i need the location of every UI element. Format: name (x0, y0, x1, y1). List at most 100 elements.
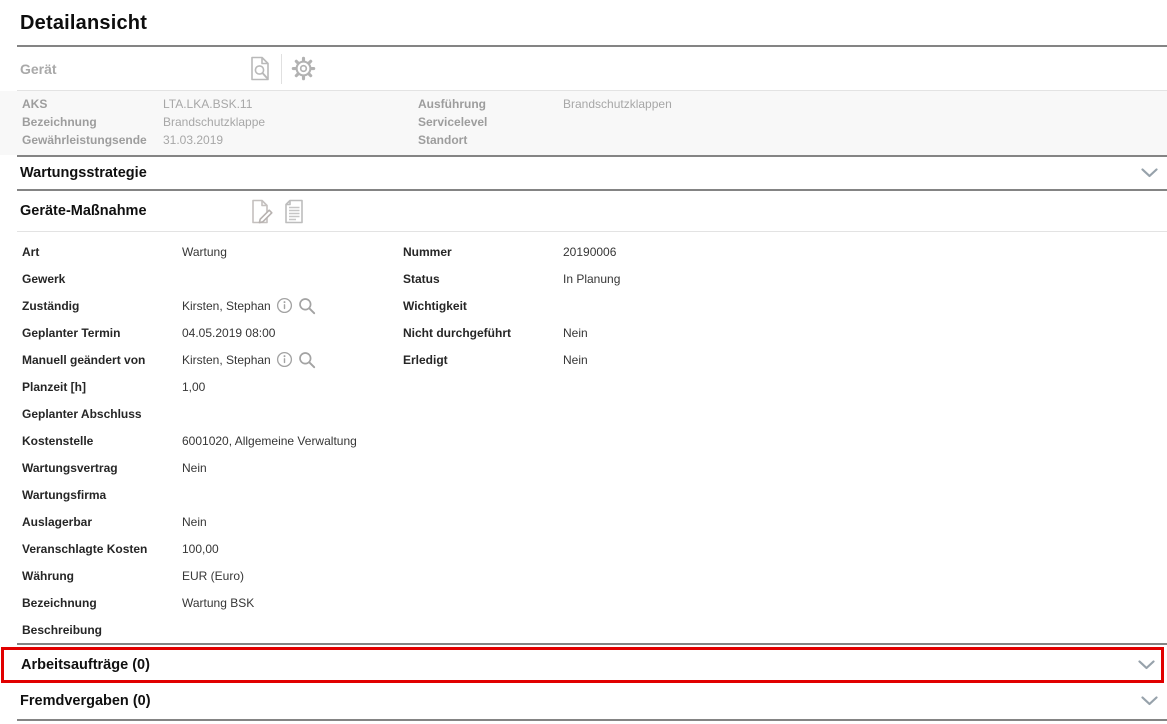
field-label (403, 427, 563, 454)
field-label: Wichtigkeit (403, 292, 563, 319)
detail-view: Detailansicht Gerät (0, 0, 1167, 724)
field-value: Wartung (182, 238, 403, 265)
massnahme-toolbar (248, 191, 306, 231)
field-label (403, 373, 563, 400)
field-value (563, 562, 1167, 589)
field-value (563, 292, 1167, 319)
toolbar-divider (281, 54, 282, 84)
field-label: Erledigt (403, 346, 563, 373)
field-value-text: Wartung BSK (182, 596, 254, 610)
field-value: 100,00 (182, 535, 403, 562)
field-value: 31.03.2019 (163, 131, 418, 149)
gerat-toolbar (248, 47, 316, 90)
divider (17, 719, 1167, 721)
field-value: 6001020, Allgemeine Verwaltung (182, 427, 403, 454)
gerat-section-title: Gerät (0, 61, 57, 77)
field-value (563, 113, 1167, 131)
field-value-text: LTA.LKA.BSK.11 (163, 97, 252, 111)
field-value: Nein (182, 508, 403, 535)
field-value (563, 481, 1167, 508)
field-label: Ausführung (418, 95, 563, 113)
field-label: Geplanter Abschluss (22, 400, 182, 427)
field-value-text: EUR (Euro) (182, 569, 244, 583)
section-arbeitsauftraege[interactable]: Arbeitsaufträge (0) (4, 650, 1161, 680)
field-label: Zuständig (22, 292, 182, 319)
chevron-down-icon[interactable] (1141, 168, 1158, 178)
field-value: Nein (182, 454, 403, 481)
field-label (403, 481, 563, 508)
field-value: Nein (563, 319, 1167, 346)
page-title: Detailansicht (0, 0, 1167, 45)
field-value (563, 616, 1167, 643)
field-value (563, 535, 1167, 562)
field-value (563, 508, 1167, 535)
field-label: Manuell geändert von (22, 346, 182, 373)
field-value: EUR (Euro) (182, 562, 403, 589)
section-fremdvergaben[interactable]: Fremdvergaben (0) (0, 683, 1167, 719)
field-label (403, 535, 563, 562)
field-label: Planzeit [h] (22, 373, 182, 400)
field-value-text: 31.03.2019 (163, 133, 223, 147)
section-title: Arbeitsaufträge (0) (21, 657, 150, 673)
field-label: Nummer (403, 238, 563, 265)
field-value: Wartung BSK (182, 589, 403, 616)
field-label (403, 616, 563, 643)
gerat-section-header: Gerät (0, 47, 1167, 90)
field-value: In Planung (563, 265, 1167, 292)
info-icon[interactable] (276, 351, 293, 368)
field-value (182, 400, 403, 427)
field-label (403, 562, 563, 589)
field-value: 04.05.2019 08:00 (182, 319, 403, 346)
field-value (182, 481, 403, 508)
field-label (403, 508, 563, 535)
field-label (403, 400, 563, 427)
section-title: Fremdvergaben (0) (20, 693, 151, 709)
chevron-down-icon[interactable] (1138, 660, 1155, 670)
field-value-text: 6001020, Allgemeine Verwaltung (182, 434, 357, 448)
field-value-text: 100,00 (182, 542, 219, 556)
field-value-text: Kirsten, Stephan (182, 299, 271, 313)
field-value-text: Nein (182, 515, 207, 529)
section-title: Wartungsstrategie (20, 165, 147, 181)
field-label: Standort (418, 131, 563, 149)
field-label (403, 589, 563, 616)
edit-icon[interactable] (248, 198, 274, 225)
settings-icon[interactable] (291, 56, 316, 81)
field-value-text: Wartung (182, 245, 227, 259)
field-label: Gewährleistungsende (22, 131, 163, 149)
field-label: Kostenstelle (22, 427, 182, 454)
massnahme-section-header: Geräte-Maßnahme (0, 191, 1167, 231)
field-value: Kirsten, Stephan (182, 292, 403, 319)
field-label: Wartungsfirma (22, 481, 182, 508)
field-label: Status (403, 265, 563, 292)
field-label: Gewerk (22, 265, 182, 292)
annotation-highlight-box: Arbeitsaufträge (0) (1, 647, 1164, 683)
field-label: AKS (22, 95, 163, 113)
field-label: Geplanter Termin (22, 319, 182, 346)
report-icon[interactable] (283, 198, 306, 225)
info-icon[interactable] (276, 297, 293, 314)
chevron-down-icon[interactable] (1141, 696, 1158, 706)
field-label: Bezeichnung (22, 113, 163, 131)
field-value-text: Kirsten, Stephan (182, 353, 271, 367)
field-value (182, 616, 403, 643)
field-value: Brandschutzklappen (563, 95, 1167, 113)
field-value (563, 589, 1167, 616)
field-label: Auslagerbar (22, 508, 182, 535)
search-icon[interactable] (298, 351, 316, 369)
field-value-text: 04.05.2019 08:00 (182, 326, 275, 340)
field-value (182, 265, 403, 292)
field-value (563, 454, 1167, 481)
field-value (563, 427, 1167, 454)
preview-icon[interactable] (248, 55, 272, 82)
field-label: Art (22, 238, 182, 265)
search-icon[interactable] (298, 297, 316, 315)
field-value (563, 400, 1167, 427)
massnahme-fields: ArtWartung Nummer20190006 Gewerk StatusIn P… (0, 232, 1167, 643)
field-value-text: Brandschutzklappe (163, 115, 265, 129)
field-value: 20190006 (563, 238, 1167, 265)
massnahme-section-title: Geräte-Maßnahme (0, 203, 147, 219)
section-wartungsstrategie[interactable]: Wartungsstrategie (0, 157, 1167, 189)
divider (17, 643, 1167, 645)
field-value: Kirsten, Stephan (182, 346, 403, 373)
